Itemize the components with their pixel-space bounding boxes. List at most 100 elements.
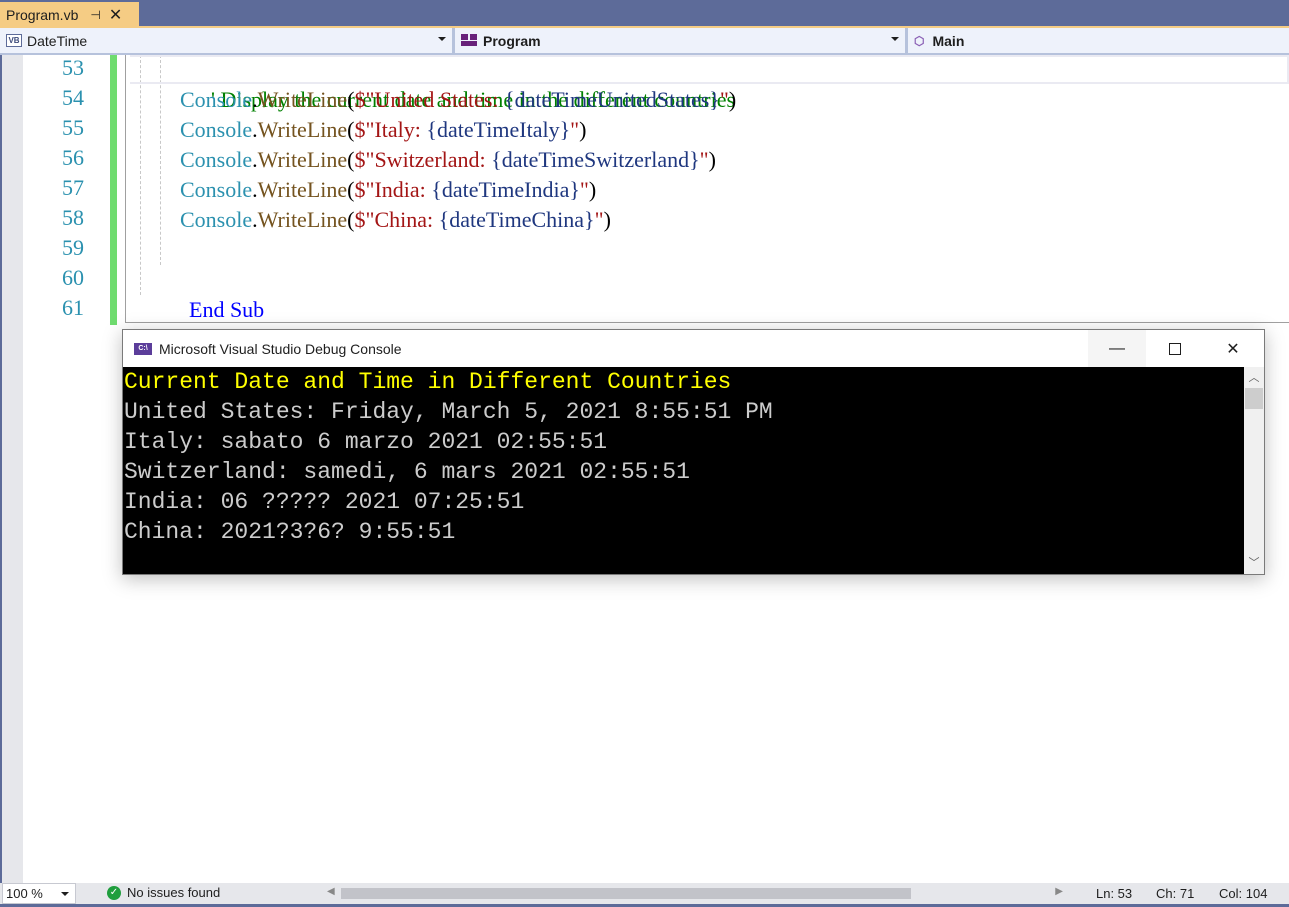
type-name: Console xyxy=(180,207,253,232)
punctuation: ) xyxy=(728,87,737,112)
punctuation: ) xyxy=(588,177,597,202)
brace: { xyxy=(431,177,442,202)
brace: { xyxy=(438,207,450,232)
outlining-margin xyxy=(125,55,126,323)
pin-icon[interactable]: ⊣ xyxy=(90,8,100,22)
chevron-down-icon xyxy=(891,37,899,41)
zoom-level: 100 % xyxy=(6,886,43,901)
member-name: Main xyxy=(932,32,965,49)
indent-guide xyxy=(160,55,161,265)
method-name: WriteLine xyxy=(257,177,348,202)
line-number: 53 xyxy=(62,55,84,80)
line-indicator: Ln: 53 xyxy=(1096,886,1133,901)
punctuation: ) xyxy=(603,207,611,232)
scroll-up-icon[interactable]: ︿ xyxy=(1244,369,1264,387)
variable: dateTimeUnitedStates xyxy=(514,87,710,112)
issues-text: No issues found xyxy=(127,885,221,900)
line-number: 55 xyxy=(62,115,84,140)
line-number: 56 xyxy=(62,145,84,170)
console-line: Italy: sabato 6 marzo 2021 02:55:51 xyxy=(124,429,608,455)
variable: dateTimeChina xyxy=(449,207,585,232)
issues-indicator[interactable]: ✓ No issues found xyxy=(107,885,220,900)
navigation-bar: VB DateTime Program ⬡ Main xyxy=(0,28,1289,55)
code-line-57[interactable]: Console.WriteLine($"India: {dateTimeIndi… xyxy=(180,175,596,205)
string-literal: " xyxy=(719,87,729,112)
string-literal: $"India: xyxy=(354,177,432,202)
code-line-58[interactable]: Console.WriteLine($"China: {dateTimeChin… xyxy=(180,205,611,235)
line-number: 58 xyxy=(62,205,84,230)
project-dropdown[interactable]: VB DateTime xyxy=(0,28,452,53)
brace: } xyxy=(709,87,720,112)
console-vertical-scrollbar[interactable]: ︿ ﹀ xyxy=(1244,367,1264,574)
zoom-level-dropdown[interactable]: 100 % xyxy=(2,883,76,904)
scrollbar-thumb[interactable] xyxy=(341,888,911,899)
scrollbar-thumb[interactable] xyxy=(1245,388,1263,409)
visual-studio-window: Program.vb ⊣ ✕ VB DateTime Program ⬡ Mai… xyxy=(0,0,1289,907)
scroll-left-icon[interactable]: ◀ xyxy=(327,886,335,897)
class-dropdown[interactable]: Program xyxy=(455,28,905,53)
member-dropdown[interactable]: ⬡ Main xyxy=(908,28,1289,53)
code-line-55[interactable]: Console.WriteLine($"Italy: {dateTimeItal… xyxy=(180,115,586,145)
char-indicator: Ch: 71 xyxy=(1156,886,1195,901)
maximize-button[interactable] xyxy=(1146,330,1204,367)
line-number: 60 xyxy=(62,265,84,290)
method-name: WriteLine xyxy=(257,147,348,172)
vb-project-icon: VB xyxy=(6,34,22,47)
method-name: WriteLine xyxy=(257,117,348,142)
line-number: 54 xyxy=(62,85,84,110)
variable: dateTimeSwitzerland xyxy=(501,147,690,172)
outlining-end xyxy=(125,322,1289,323)
type-name: Console xyxy=(180,147,253,172)
minimize-icon: — xyxy=(1109,339,1125,357)
brace: } xyxy=(569,177,580,202)
column-indicator: Col: 104 xyxy=(1219,886,1268,901)
console-line: Current Date and Time in Different Count… xyxy=(124,369,732,395)
method-cube-icon: ⬡ xyxy=(914,33,925,48)
punctuation: ) xyxy=(579,117,587,142)
close-icon[interactable]: ✕ xyxy=(109,5,122,25)
check-circle-icon: ✓ xyxy=(107,885,121,900)
chevron-down-icon xyxy=(61,892,69,896)
brace: { xyxy=(504,87,515,112)
brace: } xyxy=(559,117,571,142)
tab-program-vb[interactable]: Program.vb ⊣ ✕ xyxy=(0,2,139,27)
maximize-icon xyxy=(1169,342,1181,355)
change-tracking-bar xyxy=(110,55,117,325)
class-icon xyxy=(461,32,479,50)
code-line-54[interactable]: Console.WriteLine($"United States: {date… xyxy=(180,85,736,115)
class-name: Program xyxy=(483,32,541,49)
console-title: Microsoft Visual Studio Debug Console xyxy=(159,340,402,357)
glyph-margin xyxy=(2,55,23,884)
chevron-down-icon xyxy=(438,37,446,41)
line-number: 57 xyxy=(62,175,84,200)
minimize-button[interactable]: — xyxy=(1088,330,1146,367)
line-number: 61 xyxy=(62,295,84,320)
console-line: United States: Friday, March 5, 2021 8:5… xyxy=(124,399,773,425)
horizontal-scrollbar[interactable]: ◀ ▶ xyxy=(325,883,1065,904)
punctuation: ) xyxy=(708,147,716,172)
console-output[interactable]: Current Date and Time in Different Count… xyxy=(123,367,1244,574)
code-line-56[interactable]: Console.WriteLine($"Switzerland: {dateTi… xyxy=(180,145,716,175)
brace: { xyxy=(426,117,437,142)
string-literal: " xyxy=(594,207,604,232)
string-literal: $"Switzerland: xyxy=(354,147,492,172)
brace: } xyxy=(689,147,700,172)
console-title-bar[interactable]: C:\ Microsoft Visual Studio Debug Consol… xyxy=(123,330,1264,367)
tab-title: Program.vb xyxy=(6,6,79,23)
string-literal: " xyxy=(570,117,580,142)
console-line: China: 2021?3?6? 9:55:51 xyxy=(124,519,456,545)
scroll-down-icon[interactable]: ﹀ xyxy=(1244,554,1264,572)
type-name: Console xyxy=(180,177,253,202)
string-literal: " xyxy=(699,147,709,172)
debug-console-window[interactable]: C:\ Microsoft Visual Studio Debug Consol… xyxy=(122,329,1265,575)
console-icon: C:\ xyxy=(134,342,152,355)
variable: dateTimeItaly xyxy=(436,117,560,142)
scroll-right-icon[interactable]: ▶ xyxy=(1055,886,1063,897)
string-literal: $"China: xyxy=(354,207,439,232)
variable: dateTimeIndia xyxy=(441,177,570,202)
type-name: Console xyxy=(180,87,253,112)
close-button[interactable]: ✕ xyxy=(1204,330,1262,367)
line-number: 59 xyxy=(62,235,84,260)
editor-status-bar: 100 % ✓ No issues found ◀ ▶ Ln: 53 Ch: 7… xyxy=(0,883,1289,904)
indent-guide xyxy=(140,55,141,295)
